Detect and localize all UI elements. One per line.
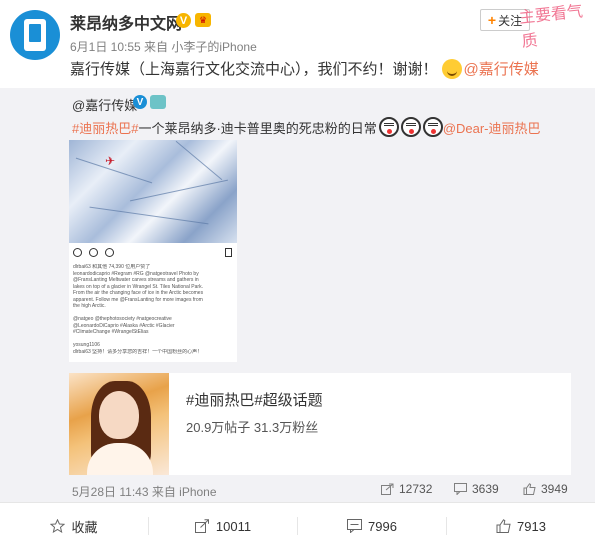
- repost-like-count[interactable]: 3949: [523, 482, 568, 496]
- smirk-emoji-icon: [441, 58, 462, 79]
- repost-comment-value: 3639: [472, 482, 499, 496]
- instagram-screenshot-image[interactable]: ✈ dlrbai63 和其他 74,390 位用户赞了 leonardodica…: [69, 140, 237, 362]
- repost-button[interactable]: 10011: [149, 503, 297, 549]
- comment-icon: [454, 483, 467, 495]
- ice-crack: [89, 206, 209, 225]
- favorite-button[interactable]: 收藏: [0, 503, 148, 549]
- repost-mention-link[interactable]: @Dear-迪丽热巴: [443, 118, 541, 137]
- repost-author[interactable]: @嘉行传媒: [72, 95, 137, 114]
- phone-logo-icon: [24, 19, 46, 51]
- topic-title[interactable]: #迪丽热巴#超级话题: [186, 389, 323, 410]
- repost-card[interactable]: @嘉行传媒 V #迪丽热巴# 一个莱昂纳多·迪卡普里奥的死忠粉的日常 @Dear…: [0, 88, 595, 502]
- like-button[interactable]: 7913: [447, 503, 595, 549]
- super-topic-card[interactable]: #迪丽热巴#超级话题 20.9万帖子 31.3万粉丝: [69, 373, 571, 475]
- caption-line: dlrbai63 坚持！请多分享您的吉祥！一个中国粉丝的心声！: [73, 348, 203, 355]
- author-name[interactable]: 莱昂纳多中文网: [70, 10, 182, 34]
- share-icon: [105, 248, 114, 257]
- topic-stats: 20.9万帖子 31.3万粉丝: [186, 420, 319, 435]
- crazy-face-emoji-icon: [378, 117, 399, 137]
- post-mention-link[interactable]: @嘉行传媒: [464, 58, 539, 79]
- repost-like-value: 3949: [541, 482, 568, 496]
- verified-icon: V: [176, 13, 191, 28]
- watermark: 主要看气质: [518, 1, 584, 51]
- post-meta: 6月1日 10:55 来自 小李子的iPhone: [70, 40, 257, 54]
- verified-blue-icon: V: [133, 95, 147, 109]
- comment-icon: [89, 248, 98, 257]
- repost-text: #迪丽热巴# 一个莱昂纳多·迪卡普里奥的死忠粉的日常 @Dear-迪丽热巴: [72, 117, 541, 137]
- forward-icon: [381, 483, 394, 495]
- repost-forward-value: 12732: [399, 482, 433, 496]
- post-header: 莱昂纳多中文网 V ♛ 6月1日 10:55 来自 小李子的iPhone + 关…: [0, 0, 595, 88]
- instagram-actions: [73, 248, 114, 257]
- post-body: 嘉行传媒（上海嘉行文化交流中心），我们不约！谢谢！: [70, 61, 438, 78]
- bookmark-icon: [225, 248, 232, 257]
- repost-count: 10011: [215, 518, 252, 534]
- portrait-face: [99, 391, 139, 439]
- thumbs-up-icon: [523, 483, 536, 495]
- plus-icon: +: [487, 12, 497, 28]
- post-action-bar: 收藏 10011 7996 7913: [0, 502, 595, 551]
- forward-icon: [194, 519, 209, 533]
- crazy-face-emoji-icon: [400, 117, 421, 137]
- ice-crack: [129, 179, 229, 202]
- crazy-face-emoji-icon: [422, 117, 443, 137]
- repost-hashtag-link[interactable]: #迪丽热巴#: [72, 118, 138, 137]
- glacier-photo: ✈: [69, 140, 237, 243]
- repost-date: 5月28日 11:43 来自 iPhone: [72, 485, 217, 499]
- ice-crack: [175, 140, 223, 181]
- repost-forward-count[interactable]: 12732: [381, 482, 432, 496]
- repost-body: 一个莱昂纳多·迪卡普里奥的死忠粉的日常: [138, 120, 377, 136]
- thumbs-up-icon: [496, 519, 511, 533]
- plane-icon: ✈: [105, 154, 116, 168]
- member-badge-icon: ♛: [195, 13, 211, 27]
- post-text: 嘉行传媒（上海嘉行文化交流中心），我们不约！谢谢！ @嘉行传媒: [70, 58, 539, 79]
- star-icon: [50, 519, 66, 533]
- like-count: 7913: [517, 518, 546, 534]
- favorite-label: 收藏: [71, 519, 98, 535]
- author-avatar[interactable]: [10, 10, 60, 60]
- repost-comment-count[interactable]: 3639: [454, 482, 499, 496]
- heart-icon: [73, 248, 82, 257]
- comment-button[interactable]: 7996: [298, 503, 446, 549]
- instagram-caption: dlrbai63 和其他 74,390 位用户赞了 leonardodicapr…: [73, 264, 233, 355]
- topic-cover-image: [69, 373, 169, 475]
- comment-count: 7996: [368, 518, 397, 534]
- comment-icon: [347, 519, 363, 533]
- member-badge-icon: [150, 95, 166, 109]
